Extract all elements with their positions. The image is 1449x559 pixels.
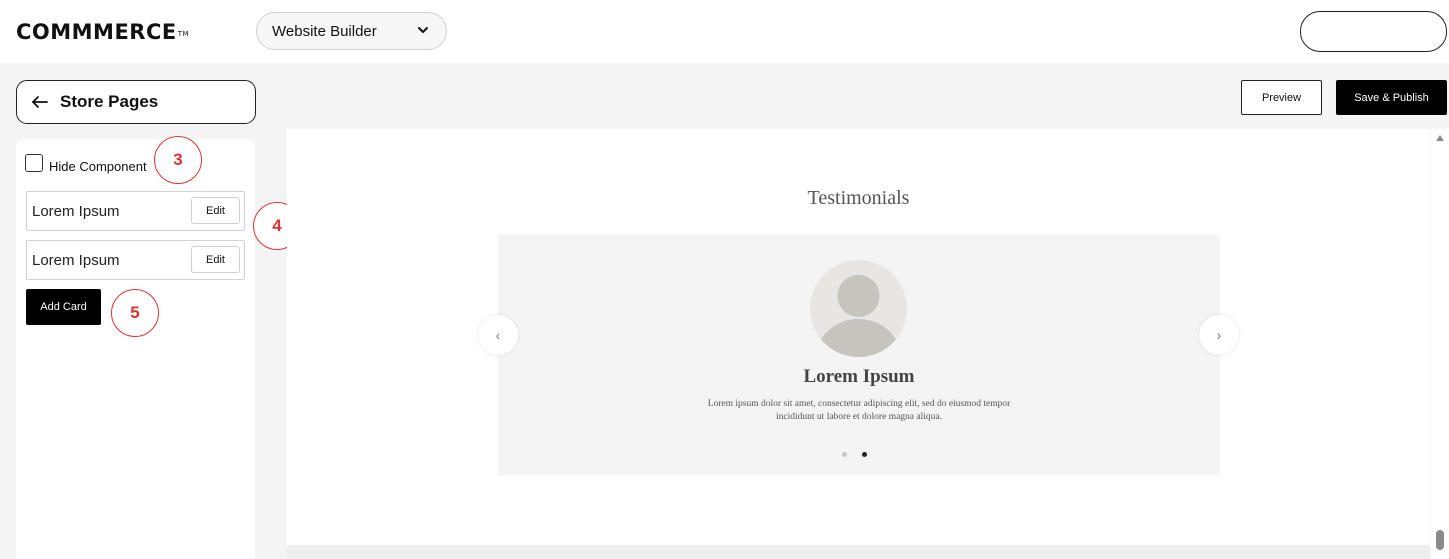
avatar-placeholder-icon (810, 260, 907, 357)
chevron-right-icon: › (1216, 327, 1222, 343)
preview-button-label: Preview (1261, 91, 1302, 104)
edit-card-button[interactable]: Edit (191, 197, 240, 224)
edit-card-button-label: Edit (206, 204, 225, 217)
builder-dropdown[interactable]: Website Builder (256, 12, 447, 50)
carousel-dot-active[interactable] (862, 452, 867, 457)
callout-number: 5 (130, 303, 140, 322)
card-item-label: Lorem Ipsum (32, 252, 120, 269)
chevron-left-icon: ‹ (495, 327, 501, 343)
carousel-prev-button[interactable]: ‹ (478, 315, 518, 355)
top-bar: COMMMERCETM Website Builder (0, 0, 1449, 63)
logo-text: COMMMERCE (16, 20, 177, 44)
canvas-bottom-strip (287, 545, 1430, 559)
add-card-button-label: Add Card (40, 301, 87, 313)
builder-dropdown-label: Website Builder (272, 22, 377, 40)
carousel-dot[interactable] (842, 452, 847, 457)
card-item: Lorem Ipsum Edit (26, 191, 245, 231)
callout-marker: 3 (154, 136, 202, 184)
logo-trademark: TM (177, 30, 190, 38)
chevron-down-icon (418, 27, 428, 33)
account-button[interactable] (1300, 11, 1447, 52)
commerce-logo[interactable]: COMMMERCETM (16, 20, 189, 44)
save-publish-button[interactable]: Save & Publish (1336, 80, 1447, 115)
scrollbar-thumb[interactable] (1436, 530, 1444, 550)
save-publish-button-label: Save & Publish (1354, 91, 1429, 104)
person-silhouette-icon (816, 275, 901, 357)
card-item-label: Lorem Ipsum (32, 203, 120, 220)
preview-button[interactable]: Preview (1241, 80, 1322, 115)
callout-number: 3 (173, 150, 183, 169)
canvas-scrollbar[interactable] (1431, 129, 1449, 559)
carousel-next-button[interactable]: › (1199, 315, 1239, 355)
edit-card-button[interactable]: Edit (191, 246, 240, 273)
callout-number: 4 (272, 216, 282, 235)
store-pages-label: Store Pages (60, 92, 159, 111)
testimonials-heading: Testimonials (807, 187, 910, 209)
scroll-up-arrow-icon[interactable] (1435, 133, 1445, 143)
hide-component-checkbox[interactable] (25, 154, 43, 172)
testimonial-quote: Lorem ipsum dolor sit amet, consectetur … (707, 399, 1011, 422)
testimonial-name: Lorem Ipsum (803, 366, 915, 387)
store-pages-back-button[interactable]: Store Pages (16, 80, 256, 124)
hide-component-label: Hide Component (49, 158, 147, 174)
edit-card-button-label: Edit (206, 253, 225, 266)
component-settings-panel: Hide Component Lorem Ipsum Edit Lorem Ip… (16, 139, 255, 559)
hide-component-toggle[interactable]: Hide Component (25, 154, 147, 174)
card-item: Lorem Ipsum Edit (26, 240, 245, 280)
callout-marker: 5 (111, 289, 159, 337)
add-card-button[interactable]: Add Card (26, 289, 101, 325)
arrow-left-icon (32, 96, 48, 108)
